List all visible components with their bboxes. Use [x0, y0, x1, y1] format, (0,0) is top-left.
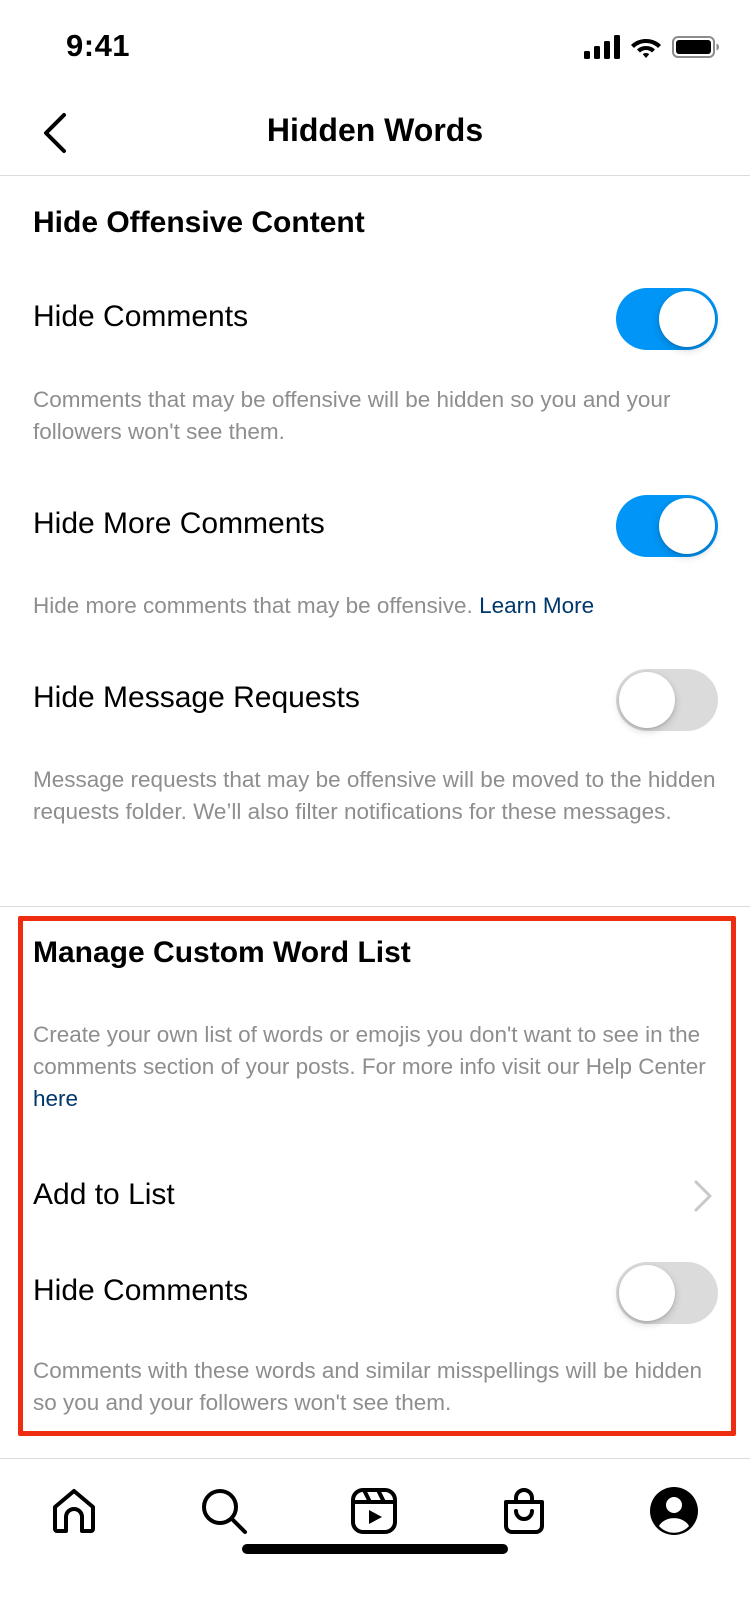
home-icon — [53, 1489, 95, 1533]
reels-icon — [351, 1488, 397, 1534]
hide-message-requests-label: Hide Message Requests — [33, 681, 360, 714]
hide-comments-toggle[interactable] — [616, 288, 718, 350]
tab-bar — [0, 1458, 750, 1568]
section-header-custom-words: Manage Custom Word List — [33, 936, 411, 969]
custom-hide-comments-toggle[interactable] — [616, 1262, 718, 1324]
hide-more-comments-label: Hide More Comments — [33, 507, 325, 540]
nav-bar: Hidden Words — [0, 90, 750, 176]
status-time: 9:41 — [66, 28, 131, 63]
page-title: Hidden Words — [266, 112, 484, 148]
toggle-knob — [619, 1265, 675, 1321]
tab-profile[interactable] — [646, 1483, 702, 1539]
battery-icon — [672, 36, 719, 58]
chevron-right-icon[interactable] — [690, 1178, 714, 1214]
toggle-knob — [659, 498, 715, 554]
custom-hide-comments-description: Comments with these words and similar mi… — [33, 1358, 703, 1415]
hide-comments-description: Comments that may be offensive will be h… — [33, 387, 671, 444]
section-divider — [0, 906, 750, 907]
hide-message-requests-toggle[interactable] — [616, 669, 718, 731]
section-header-offensive: Hide Offensive Content — [33, 206, 365, 239]
hide-message-requests-description: Message requests that may be offensive w… — [33, 767, 716, 824]
custom-words-description: Create your own list of words or emojis … — [33, 1019, 723, 1115]
custom-hide-comments-label: Hide Comments — [33, 1274, 249, 1307]
tab-home[interactable] — [46, 1483, 102, 1539]
search-icon — [202, 1489, 247, 1534]
hide-more-comments-description: Hide more comments that may be offensive… — [33, 590, 723, 622]
cellular-signal-icon — [584, 35, 620, 59]
toggle-knob — [619, 672, 675, 728]
hide-more-comments-description-text: Hide more comments that may be offensive… — [33, 593, 473, 618]
tab-shop[interactable] — [496, 1483, 552, 1539]
shop-icon — [504, 1488, 544, 1534]
learn-more-link[interactable]: Learn More — [479, 593, 594, 618]
hide-comments-label: Hide Comments — [33, 300, 249, 333]
tab-search[interactable] — [196, 1483, 252, 1539]
wifi-icon — [631, 39, 661, 58]
status-bar: 9:41 — [0, 0, 750, 90]
status-icons — [584, 33, 720, 61]
tab-reels[interactable] — [346, 1483, 402, 1539]
help-center-here-link[interactable]: here — [33, 1086, 78, 1111]
profile-icon — [650, 1487, 698, 1535]
custom-words-description-text: Create your own list of words or emojis … — [33, 1022, 706, 1079]
add-to-list-label[interactable]: Add to List — [33, 1178, 175, 1212]
toggle-knob — [659, 291, 715, 347]
home-indicator — [242, 1544, 508, 1554]
hide-more-comments-toggle[interactable] — [616, 495, 718, 557]
